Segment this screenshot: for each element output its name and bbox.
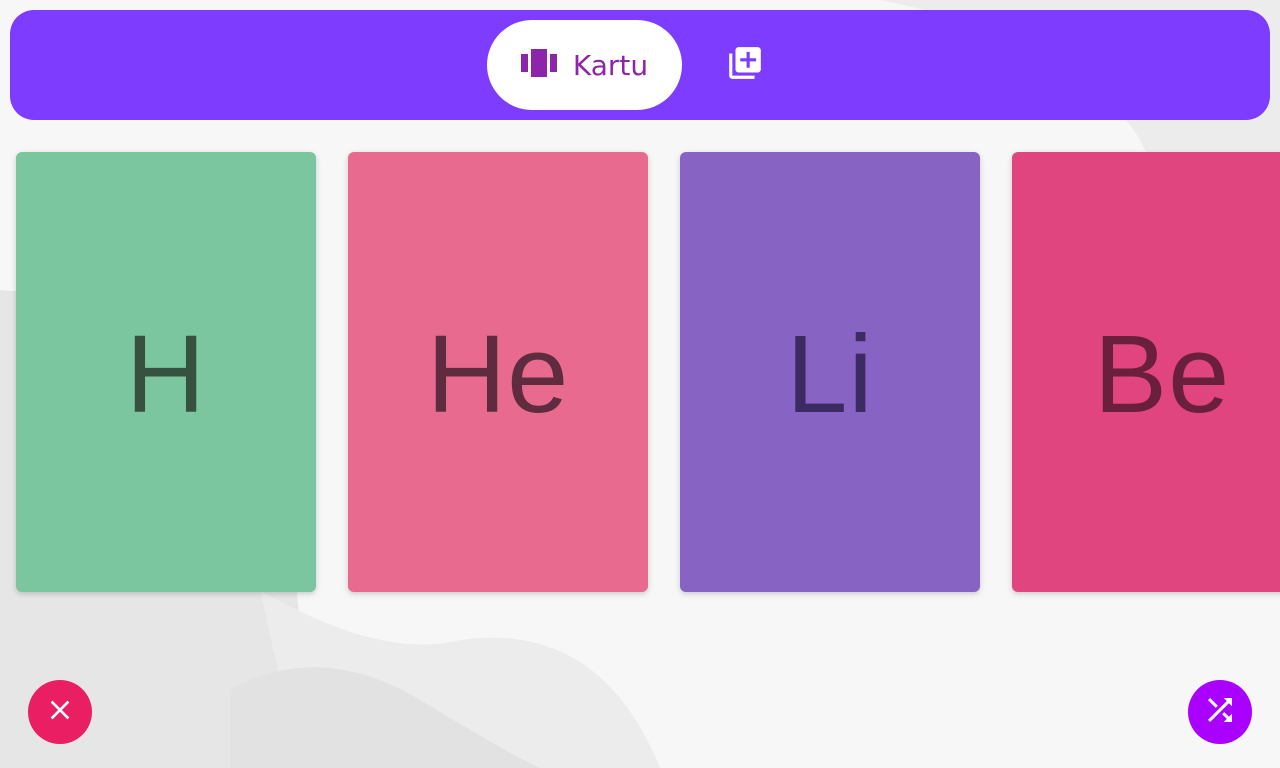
card-list: H He Li Be xyxy=(16,152,1280,592)
close-icon xyxy=(44,694,76,730)
top-navigation-bar: Kartu xyxy=(10,10,1270,120)
card-symbol: Li xyxy=(786,313,874,436)
shuffle-icon xyxy=(1202,692,1238,732)
tab-kartu[interactable]: Kartu xyxy=(487,20,682,110)
element-card-li[interactable]: Li xyxy=(680,152,980,592)
shuffle-button[interactable] xyxy=(1188,680,1252,744)
library-add-icon xyxy=(726,44,764,86)
card-symbol: He xyxy=(426,313,570,436)
element-card-he[interactable]: He xyxy=(348,152,648,592)
element-card-h[interactable]: H xyxy=(16,152,316,592)
view-carousel-icon xyxy=(520,49,557,81)
close-button[interactable] xyxy=(28,680,92,744)
tab-add-cards[interactable] xyxy=(715,20,775,110)
element-card-be[interactable]: Be xyxy=(1012,152,1280,592)
card-symbol: H xyxy=(125,313,207,436)
card-symbol: Be xyxy=(1093,313,1231,436)
app-root: Kartu H He Li Be xyxy=(0,0,1280,768)
tab-kartu-label: Kartu xyxy=(572,48,649,82)
